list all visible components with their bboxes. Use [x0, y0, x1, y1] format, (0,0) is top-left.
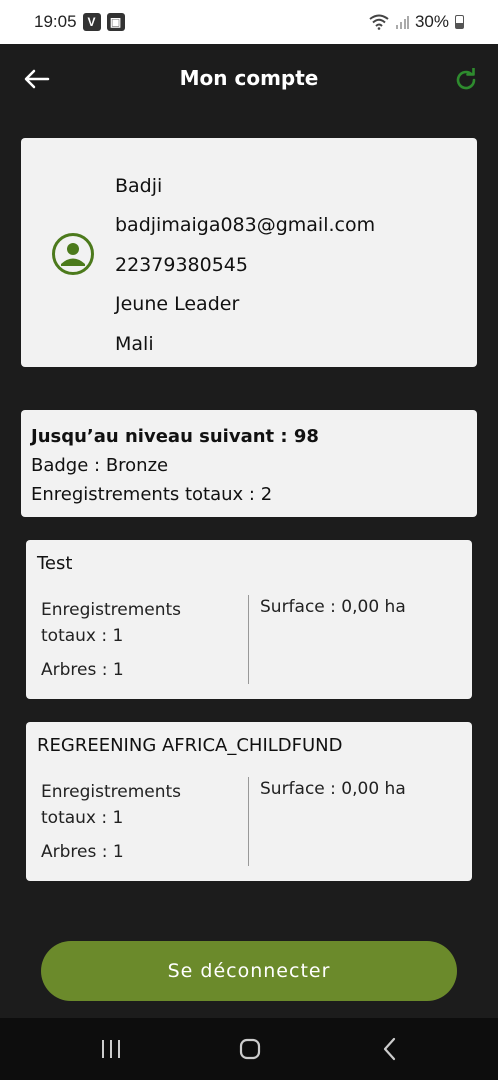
level-card: Jusqu’au niveau suivant : 98 Badge : Bro… — [21, 410, 477, 517]
status-bar: 19:05 V ▣ 30% — [0, 0, 498, 44]
user-avatar-icon — [52, 233, 94, 275]
status-right: 30% — [369, 12, 464, 32]
profile-role: Jeune Leader — [115, 293, 240, 315]
battery-text: 30% — [414, 12, 449, 31]
project-surface: Surface : 0,00 ha — [260, 779, 406, 799]
project-title: REGREENING AFRICA_CHILDFUND — [37, 735, 343, 756]
badge-text: Badge : Bronze — [31, 455, 169, 476]
signal-icon — [395, 16, 409, 29]
app-notification-icon: V — [82, 13, 101, 31]
profile-card: Badji badjimaiga083@gmail.com 2237938054… — [21, 138, 477, 367]
page-title: Mon compte — [179, 66, 319, 90]
divider — [248, 595, 249, 684]
app-bar: Mon compte — [0, 44, 498, 116]
system-nav-bar — [0, 1018, 498, 1080]
project-trees: Arbres : 1 — [41, 660, 124, 680]
image-notification-icon: ▣ — [106, 13, 125, 31]
logout-button[interactable]: Se déconnecter — [41, 941, 457, 1001]
refresh-icon[interactable] — [454, 68, 478, 92]
status-time: 19:05 — [34, 12, 77, 31]
wifi-icon — [369, 14, 389, 30]
profile-country: Mali — [115, 333, 154, 355]
status-left: 19:05 V ▣ — [34, 12, 125, 32]
total-records-text: Enregistrements totaux : 2 — [31, 484, 273, 505]
project-title: Test — [37, 553, 73, 574]
recents-icon[interactable] — [98, 1036, 124, 1062]
profile-phone: 22379380545 — [115, 254, 248, 276]
profile-email: badjimaiga083@gmail.com — [115, 214, 376, 236]
battery-icon — [455, 15, 464, 29]
project-card[interactable]: Test Enregistrements totaux : 1 Arbres :… — [26, 540, 472, 699]
project-records: Enregistrements totaux : 1 — [41, 600, 182, 646]
project-trees: Arbres : 1 — [41, 842, 124, 862]
next-level-text: Jusqu’au niveau suivant : 98 — [31, 426, 319, 447]
home-icon[interactable] — [237, 1036, 263, 1062]
project-card[interactable]: REGREENING AFRICA_CHILDFUND Enregistreme… — [26, 722, 472, 881]
project-records: Enregistrements totaux : 1 — [41, 782, 182, 828]
profile-name: Badji — [115, 175, 163, 197]
divider — [248, 777, 249, 866]
nav-back-icon[interactable] — [377, 1036, 403, 1062]
project-surface: Surface : 0,00 ha — [260, 597, 406, 617]
